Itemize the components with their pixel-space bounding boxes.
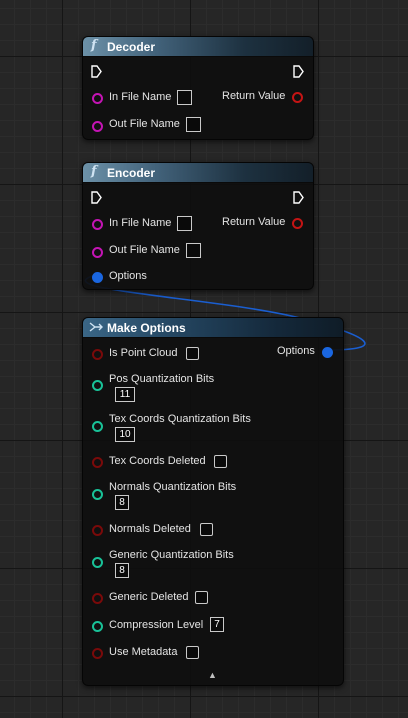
tex-coords-quantization-bits-pin[interactable]: [92, 421, 103, 432]
return-value-pin[interactable]: [292, 218, 303, 229]
compression-level-label: Compression Level: [109, 619, 204, 631]
normals-quantization-bits-input[interactable]: 8: [115, 495, 129, 510]
is-point-cloud-checkbox[interactable]: [186, 347, 199, 360]
normals-quantization-bits-label: Normals Quantization Bits: [109, 481, 237, 493]
tex-coords-quantization-bits-label: Tex Coords Quantization Bits: [109, 413, 251, 425]
function-icon: f: [91, 164, 97, 179]
tex-coords-deleted-checkbox[interactable]: [214, 455, 227, 468]
use-metadata-label: Use Metadata: [109, 646, 178, 658]
tex-coords-quantization-bits-input[interactable]: 10: [115, 427, 135, 442]
out-file-name-pin[interactable]: [92, 121, 103, 132]
normals-deleted-checkbox[interactable]: [200, 523, 213, 536]
decoder-header[interactable]: f Decoder: [83, 37, 313, 57]
return-value-label: Return Value: [222, 90, 286, 102]
normals-deleted-label: Normals Deleted: [109, 523, 191, 535]
make-options-node[interactable]: Make Options Options Is Point Cloud Pos …: [82, 317, 344, 686]
is-point-cloud-label: Is Point Cloud: [109, 347, 178, 359]
function-icon: f: [91, 38, 97, 53]
options-output-pin[interactable]: [322, 347, 333, 358]
in-file-name-label: In File Name: [109, 217, 172, 229]
generic-deleted-label: Generic Deleted: [109, 591, 189, 603]
generic-quantization-bits-pin[interactable]: [92, 557, 103, 568]
exec-in-pin[interactable]: [91, 191, 102, 204]
make-options-header[interactable]: Make Options: [83, 318, 343, 338]
options-input-pin[interactable]: [92, 272, 103, 283]
make-struct-icon: [89, 322, 103, 332]
in-file-name-field[interactable]: [177, 216, 192, 231]
return-value-label: Return Value: [222, 216, 286, 228]
pos-quantization-bits-label: Pos Quantization Bits: [109, 373, 215, 385]
use-metadata-checkbox[interactable]: [186, 646, 199, 659]
compression-level-pin[interactable]: [92, 621, 103, 632]
encoder-node[interactable]: f Encoder In File Name Return Value Out …: [82, 162, 314, 290]
is-point-cloud-pin[interactable]: [92, 349, 103, 360]
in-file-name-label: In File Name: [109, 91, 172, 103]
in-file-name-field[interactable]: [177, 90, 192, 105]
out-file-name-label: Out File Name: [109, 118, 180, 130]
collapse-arrow-icon[interactable]: ▲: [208, 670, 217, 680]
encoder-header[interactable]: f Encoder: [83, 163, 313, 183]
exec-in-pin[interactable]: [91, 65, 102, 78]
encoder-title: Encoder: [107, 166, 156, 180]
in-file-name-pin[interactable]: [92, 93, 103, 104]
out-file-name-pin[interactable]: [92, 247, 103, 258]
decoder-node[interactable]: f Decoder In File Name Return Value Out …: [82, 36, 314, 140]
pos-quantization-bits-input[interactable]: 11: [115, 387, 135, 402]
pos-quantization-bits-pin[interactable]: [92, 380, 103, 391]
options-output-label: Options: [277, 345, 315, 357]
out-file-name-field[interactable]: [186, 243, 201, 258]
tex-coords-deleted-label: Tex Coords Deleted: [109, 455, 206, 467]
tex-coords-deleted-pin[interactable]: [92, 457, 103, 468]
generic-quantization-bits-input[interactable]: 8: [115, 563, 129, 578]
in-file-name-pin[interactable]: [92, 219, 103, 230]
out-file-name-label: Out File Name: [109, 244, 180, 256]
generic-deleted-checkbox[interactable]: [195, 591, 208, 604]
normals-deleted-pin[interactable]: [92, 525, 103, 536]
normals-quantization-bits-pin[interactable]: [92, 489, 103, 500]
generic-deleted-pin[interactable]: [92, 593, 103, 604]
out-file-name-field[interactable]: [186, 117, 201, 132]
exec-out-pin[interactable]: [293, 191, 304, 204]
use-metadata-pin[interactable]: [92, 648, 103, 659]
generic-quantization-bits-label: Generic Quantization Bits: [109, 549, 234, 561]
decoder-title: Decoder: [107, 40, 156, 54]
options-input-label: Options: [109, 270, 147, 282]
compression-level-input[interactable]: 7: [210, 617, 224, 632]
make-options-title: Make Options: [107, 321, 186, 335]
exec-out-pin[interactable]: [293, 65, 304, 78]
return-value-pin[interactable]: [292, 92, 303, 103]
